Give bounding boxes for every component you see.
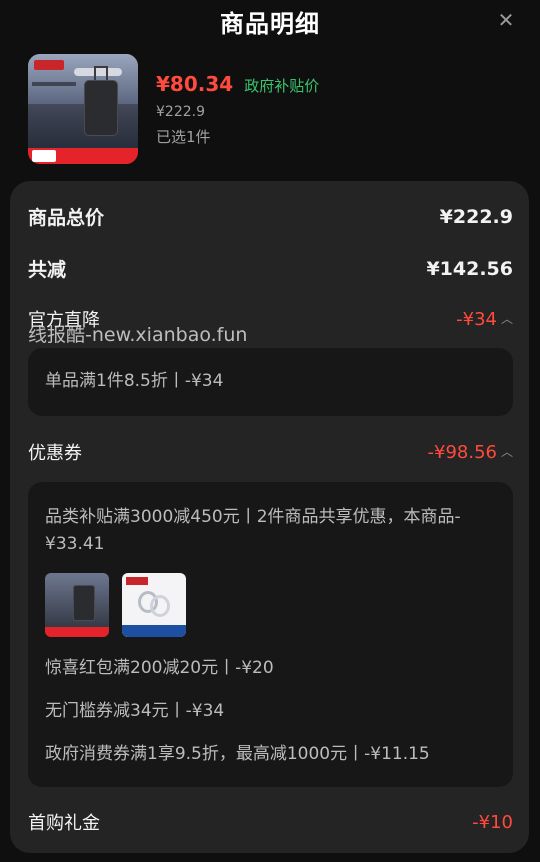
total-reduce-value: ¥142.56 <box>426 257 513 280</box>
total-price-value: ¥222.9 <box>439 205 513 228</box>
coupon-label: 优惠券 <box>28 443 82 464</box>
coupon-item: 无门槛券减34元丨-¥34 <box>45 701 225 721</box>
first-buy-label: 首购礼金 <box>28 813 100 834</box>
original-price: ¥222.9 <box>156 104 205 120</box>
coupon-item: 惊喜红包满200减20元丨-¥20 <box>45 658 274 678</box>
product-image[interactable] <box>28 54 138 164</box>
current-price: ¥80.34 <box>156 72 234 96</box>
first-buy-row: 首购礼金 -¥10 <box>28 809 513 835</box>
official-discount-detail-text: 单品满1件8.5折丨-¥34 <box>45 371 224 391</box>
chevron-up-icon[interactable]: ︿ <box>501 310 513 327</box>
close-icon[interactable]: ✕ <box>494 8 518 32</box>
page-title: 商品明细 <box>220 10 320 38</box>
total-reduce-row: 共减 ¥142.56 <box>28 255 513 282</box>
watermark-text: 线报酷-new.xianbao.fun <box>28 324 248 346</box>
total-price-label: 商品总价 <box>28 207 105 229</box>
first-buy-value: -¥10 <box>472 811 513 833</box>
coupon-detail: 品类补贴满3000减450元丨2件商品共享优惠，本商品-¥33.41 惊喜红包满… <box>28 482 513 787</box>
coupon-value: -¥98.56 <box>427 441 497 463</box>
price-block: ¥80.34 政府补贴价 ¥222.9 已选1件 <box>156 72 319 147</box>
official-discount-detail: 单品满1件8.5折丨-¥34 <box>28 348 513 416</box>
coupon-item: 品类补贴满3000减450元丨2件商品共享优惠，本商品-¥33.41 <box>45 507 461 554</box>
official-discount-value: -¥34 <box>456 308 497 330</box>
total-price-row: 商品总价 ¥222.9 <box>28 203 513 230</box>
price-detail-card: 商品总价 ¥222.9 共减 ¥142.56 官方直降 -¥34 ︿ 单品满1件8… <box>10 181 529 853</box>
coupon-product-thumb-suitcase[interactable] <box>45 573 109 637</box>
coupon-item: 政府消费券满1享9.5折，最高减1000元丨-¥11.15 <box>45 744 430 764</box>
subsidy-label: 政府补贴价 <box>244 77 320 95</box>
coupon-row[interactable]: 优惠券 -¥98.56 ︿ <box>28 439 513 465</box>
total-reduce-label: 共减 <box>28 259 67 281</box>
selected-count: 已选1件 <box>156 128 211 146</box>
product-summary: ¥80.34 政府补贴价 ¥222.9 已选1件 <box>28 54 512 166</box>
chevron-up-icon[interactable]: ︿ <box>501 443 513 460</box>
coupon-product-thumb-ring[interactable] <box>122 573 186 637</box>
